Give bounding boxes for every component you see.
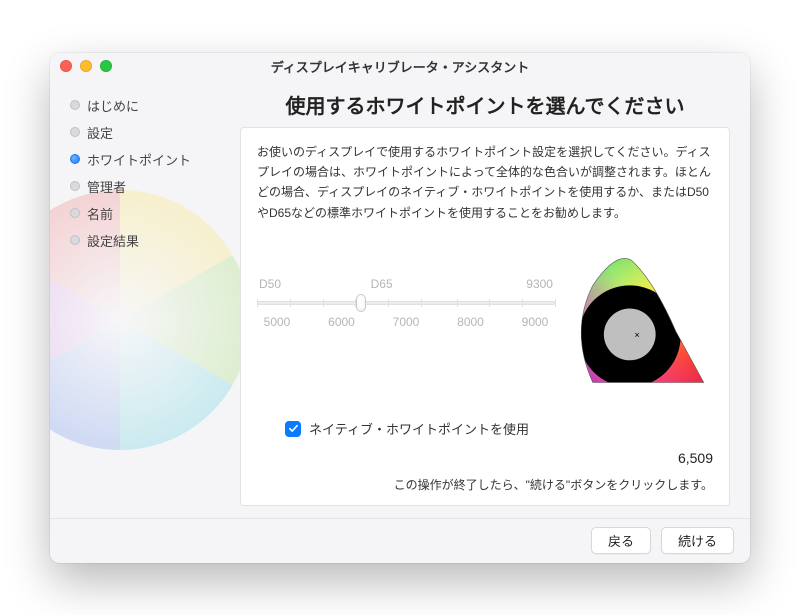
footer: 戻る 続ける [50,518,750,562]
sidebar-item-admin[interactable]: 管理者 [68,173,232,200]
sidebar: はじめに 設定 ホワイトポイント 管理者 名前 設定結果 [50,80,240,519]
content-panel: お使いのディスプレイで使用するホワイトポイント設定を選択してください。ディスプレ… [240,127,730,507]
slider-tick-labels: 5000 6000 7000 8000 9000 [257,311,555,329]
whitepoint-value: 6,509 [257,450,713,466]
gamut-diagram-icon: × [565,253,713,401]
titlebar: ディスプレイキャリブレータ・アシスタント [50,53,750,80]
sidebar-item-label: 設定結果 [87,231,139,250]
continue-button[interactable]: 続ける [661,527,734,554]
sidebar-item-settings[interactable]: 設定 [68,119,232,146]
sidebar-item-label: 設定 [87,123,113,142]
window-title: ディスプレイキャリブレータ・アシスタント [50,57,750,76]
slider-track [257,295,555,311]
native-whitepoint-checkbox[interactable]: ネイティブ・ホワイトポイントを使用 [257,419,713,438]
close-icon[interactable] [60,60,72,72]
checkbox-label: ネイティブ・ホワイトポイントを使用 [309,419,529,438]
sidebar-item-label: はじめに [87,96,139,115]
calibrator-window: ディスプレイキャリブレータ・アシスタント [50,53,750,563]
whitepoint-slider: D50 D65 9300 5000 [257,253,555,329]
sidebar-item-intro[interactable]: はじめに [68,92,232,119]
minimize-icon[interactable] [80,60,92,72]
sidebar-item-label: 管理者 [87,177,126,196]
sidebar-item-whitepoint[interactable]: ホワイトポイント [68,146,232,173]
hint-text: この操作が終了したら、"続ける"ボタンをクリックします。 [257,476,713,493]
sidebar-item-result[interactable]: 設定結果 [68,227,232,254]
sidebar-item-name[interactable]: 名前 [68,200,232,227]
checkbox-icon [285,421,301,437]
page-title: 使用するホワイトポイントを選んでください [240,90,730,119]
slider-thumb [356,294,366,312]
traffic-lights [60,60,112,72]
maximize-icon[interactable] [100,60,112,72]
svg-text:×: × [634,330,639,340]
back-button[interactable]: 戻る [591,527,651,554]
description-text: お使いのディスプレイで使用するホワイトポイント設定を選択してください。ディスプレ… [257,142,713,224]
slider-preset-labels: D50 D65 9300 [257,277,555,295]
sidebar-item-label: ホワイトポイント [87,150,191,169]
sidebar-item-label: 名前 [87,204,113,223]
